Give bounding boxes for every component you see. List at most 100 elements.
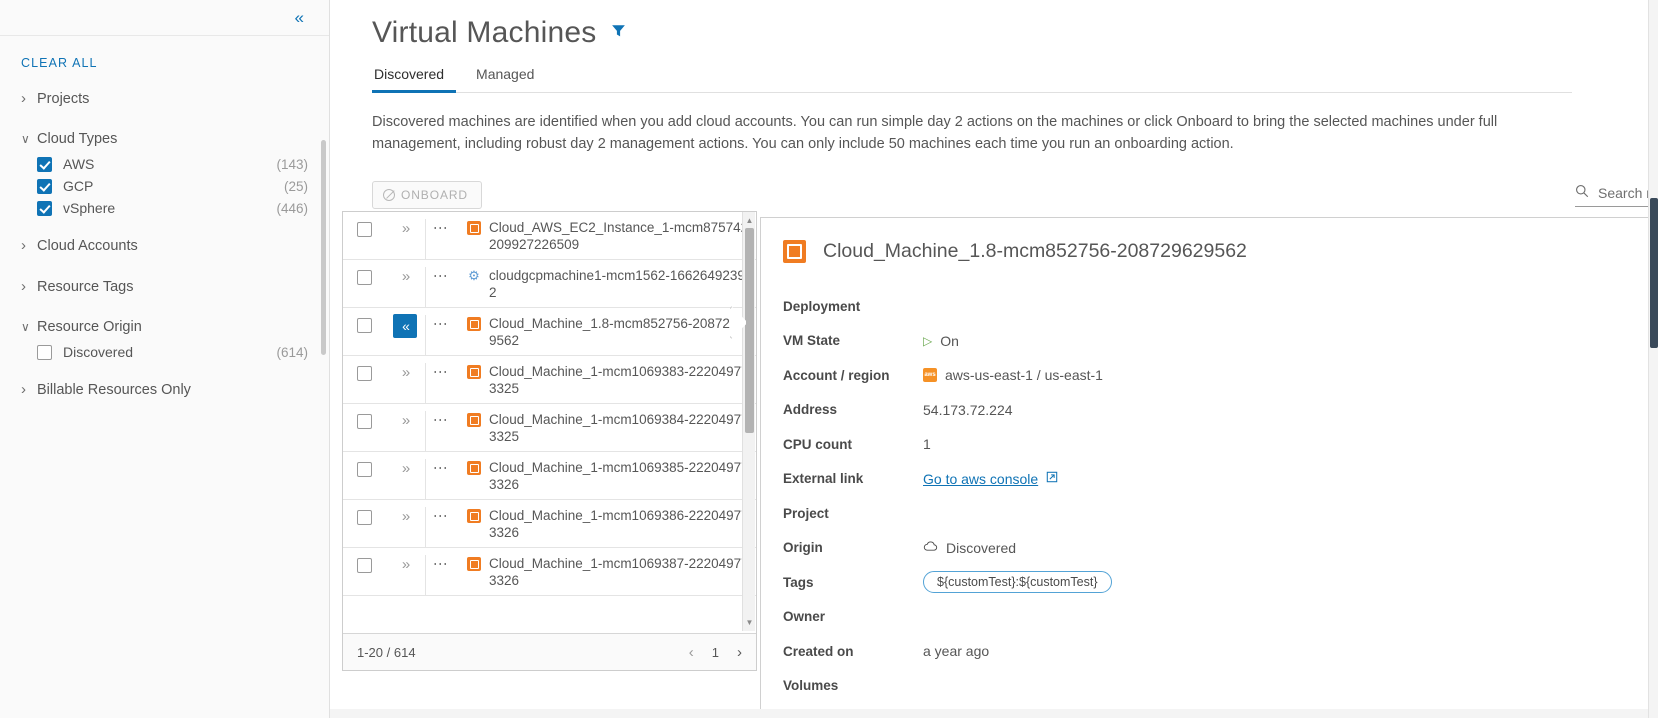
row-menu-cell: ⋮ <box>425 555 455 595</box>
row-expand-toggle[interactable]: » <box>402 412 410 429</box>
row-name-cell: Cloud_Machine_1-mcm1069385-222049773326 <box>455 459 756 493</box>
next-page-button[interactable]: › <box>737 644 742 661</box>
detail-field-label: Created on <box>783 643 854 659</box>
play-icon: ▷ <box>923 333 933 348</box>
facet-header-projects[interactable]: Projects <box>0 84 329 113</box>
no-entry-icon <box>383 189 395 201</box>
detail-field-label: VM State <box>783 333 841 349</box>
chevron-down-icon <box>21 132 37 146</box>
onboard-button[interactable]: ONBOARD <box>372 181 482 209</box>
row-expand-cell: » <box>385 555 425 573</box>
row-checkbox[interactable] <box>356 462 372 477</box>
detail-field: Volumes <box>783 669 1658 704</box>
page-title: Virtual Machines <box>372 16 597 49</box>
table-row[interactable]: » ⋮ Cloud_Machine_1-mcm1069384-22204977332… <box>343 404 756 452</box>
horizontal-scrollbar[interactable] <box>330 709 1648 718</box>
row-kebab-menu-icon[interactable]: ⋮ <box>433 461 449 477</box>
filter-funnel-icon[interactable] <box>610 22 627 45</box>
tab-managed[interactable]: Managed <box>474 59 546 93</box>
facet-group: Billable Resources Only <box>0 375 329 404</box>
row-expand-toggle[interactable]: » <box>402 508 410 525</box>
row-menu-cell: ⋮ <box>425 267 455 307</box>
row-kebab-menu-icon[interactable]: ⋮ <box>433 557 449 573</box>
page-scroll-thumb[interactable] <box>1650 198 1658 348</box>
facet-header-resource-tags[interactable]: Resource Tags <box>0 272 329 301</box>
facet-item-vsphere[interactable]: vSphere (446) <box>0 197 329 219</box>
external-link[interactable]: Go to aws console <box>923 471 1038 487</box>
row-expand-toggle[interactable]: » <box>402 268 410 285</box>
search-icon <box>1575 184 1589 203</box>
row-kebab-menu-icon[interactable]: ⋮ <box>433 509 449 525</box>
row-expand-toggle[interactable]: » <box>402 220 410 237</box>
facet-header-cloud-accounts[interactable]: Cloud Accounts <box>0 231 329 260</box>
table-row[interactable]: » ⋮ ⚙ cloudgcpmachine1-mcm1562-166264923902 <box>343 260 756 308</box>
detail-field-value: 1 <box>923 436 931 453</box>
prev-page-button[interactable]: ‹ <box>689 644 694 661</box>
table-row[interactable]: » ⋮ Cloud_Machine_1-mcm1069385-22204977332… <box>343 452 756 500</box>
facet-item-gcp[interactable]: GCP (25) <box>0 175 329 197</box>
detail-title: Cloud_Machine_1.8-mcm852756-208729629562 <box>823 240 1247 262</box>
row-checkbox[interactable] <box>356 270 372 285</box>
facet-title: Resource Origin <box>37 319 142 335</box>
table-row[interactable]: » ⋮ Cloud_Machine_1-mcm1069386-22204977332… <box>343 500 756 548</box>
scroll-down-arrow-icon[interactable]: ▼ <box>745 618 754 627</box>
row-kebab-menu-icon[interactable]: ⋮ <box>433 413 449 429</box>
table-row[interactable]: » ⋮ Cloud_Machine_1-mcm1069383-22204977332… <box>343 356 756 404</box>
table-row[interactable]: » ⋮ Cloud_AWS_EC2_Instance_1-mcm875742-209… <box>343 212 756 260</box>
facet-header-resource-origin[interactable]: Resource Origin <box>0 313 329 341</box>
facet-group: Cloud Types AWS (143) GCP (25) vSphere (446) <box>0 125 329 219</box>
detail-field: VM State ▷ On <box>783 324 1658 359</box>
tag-pill: ${customTest}:${customTest} <box>923 571 1112 594</box>
facet-header-billable-resources-only[interactable]: Billable Resources Only <box>0 375 329 404</box>
app-root: « CLEAR ALL Projects Cloud Types AWS (143) G… <box>0 0 1658 718</box>
checkbox-aws[interactable] <box>37 156 52 172</box>
detail-field-value-wrap: 54.173.72.224 <box>923 402 1013 418</box>
facet-group: Cloud Accounts <box>0 231 329 260</box>
clear-all-button[interactable]: CLEAR ALL <box>21 56 98 70</box>
pagination-range: 1-20 / 614 <box>357 644 416 660</box>
row-expand-toggle[interactable]: « <box>393 314 417 338</box>
row-checkbox-cell <box>343 507 385 525</box>
grid-scroll-thumb[interactable] <box>745 228 754 433</box>
facet-item-aws[interactable]: AWS (143) <box>0 153 329 175</box>
scroll-up-arrow-icon[interactable]: ▲ <box>745 216 754 225</box>
checkbox-gcp[interactable] <box>37 178 52 194</box>
row-kebab-menu-icon[interactable]: ⋮ <box>433 269 449 285</box>
table-row[interactable]: « ⋮ Cloud_Machine_1.8-mcm852756-2087296295… <box>343 308 756 356</box>
detail-field: Origin Discovered <box>783 531 1658 566</box>
row-expand-toggle[interactable]: » <box>402 460 410 477</box>
row-kebab-menu-icon[interactable]: ⋮ <box>433 221 449 237</box>
row-checkbox[interactable] <box>356 366 372 381</box>
tab-discovered[interactable]: Discovered <box>372 59 457 93</box>
collapse-sidebar-icon[interactable]: « <box>295 9 305 26</box>
detail-field-label: Account / region <box>783 367 890 383</box>
row-checkbox[interactable] <box>356 558 372 573</box>
page-scrollbar[interactable] <box>1648 0 1658 718</box>
sidebar-scrollbar[interactable] <box>321 140 326 355</box>
search-box <box>1575 184 1658 207</box>
detail-field-value: aws-us-east-1 / us-east-1 <box>945 367 1103 384</box>
row-expand-toggle[interactable]: » <box>402 364 410 381</box>
facet-header-cloud-types[interactable]: Cloud Types <box>0 125 329 153</box>
row-checkbox[interactable] <box>356 222 372 237</box>
row-kebab-menu-icon[interactable]: ⋮ <box>433 317 449 333</box>
row-checkbox[interactable] <box>356 414 372 429</box>
facet-item-label: Discovered <box>63 344 134 360</box>
row-expand-toggle[interactable]: » <box>402 556 410 573</box>
page-description: Discovered machines are identified when … <box>372 114 1498 152</box>
row-checkbox[interactable] <box>356 318 372 333</box>
grid-pagination: 1-20 / 614 ‹ 1 › <box>343 633 756 670</box>
facet-group: Resource Origin Discovered (614) <box>0 313 329 363</box>
checkbox-discovered[interactable] <box>37 344 52 360</box>
row-checkbox[interactable] <box>356 510 372 525</box>
gcp-machine-icon: ⚙ <box>468 268 480 283</box>
row-kebab-menu-icon[interactable]: ⋮ <box>433 365 449 381</box>
table-row[interactable]: » ⋮ Cloud_Machine_1-mcm1069387-22204977332… <box>343 548 756 596</box>
grid-vertical-scrollbar[interactable]: ▲ ▼ <box>742 212 755 631</box>
action-toolbar: ONBOARD <box>372 181 1658 209</box>
grid-row-container: » ⋮ Cloud_AWS_EC2_Instance_1-mcm875742-209… <box>343 212 756 596</box>
checkbox-vsphere[interactable] <box>37 200 52 216</box>
row-machine-name: Cloud_Machine_1-mcm1069384-222049773325 <box>489 412 749 444</box>
facet-item-discovered[interactable]: Discovered (614) <box>0 341 329 363</box>
machines-grid: » ⋮ Cloud_AWS_EC2_Instance_1-mcm875742-209… <box>342 211 757 671</box>
